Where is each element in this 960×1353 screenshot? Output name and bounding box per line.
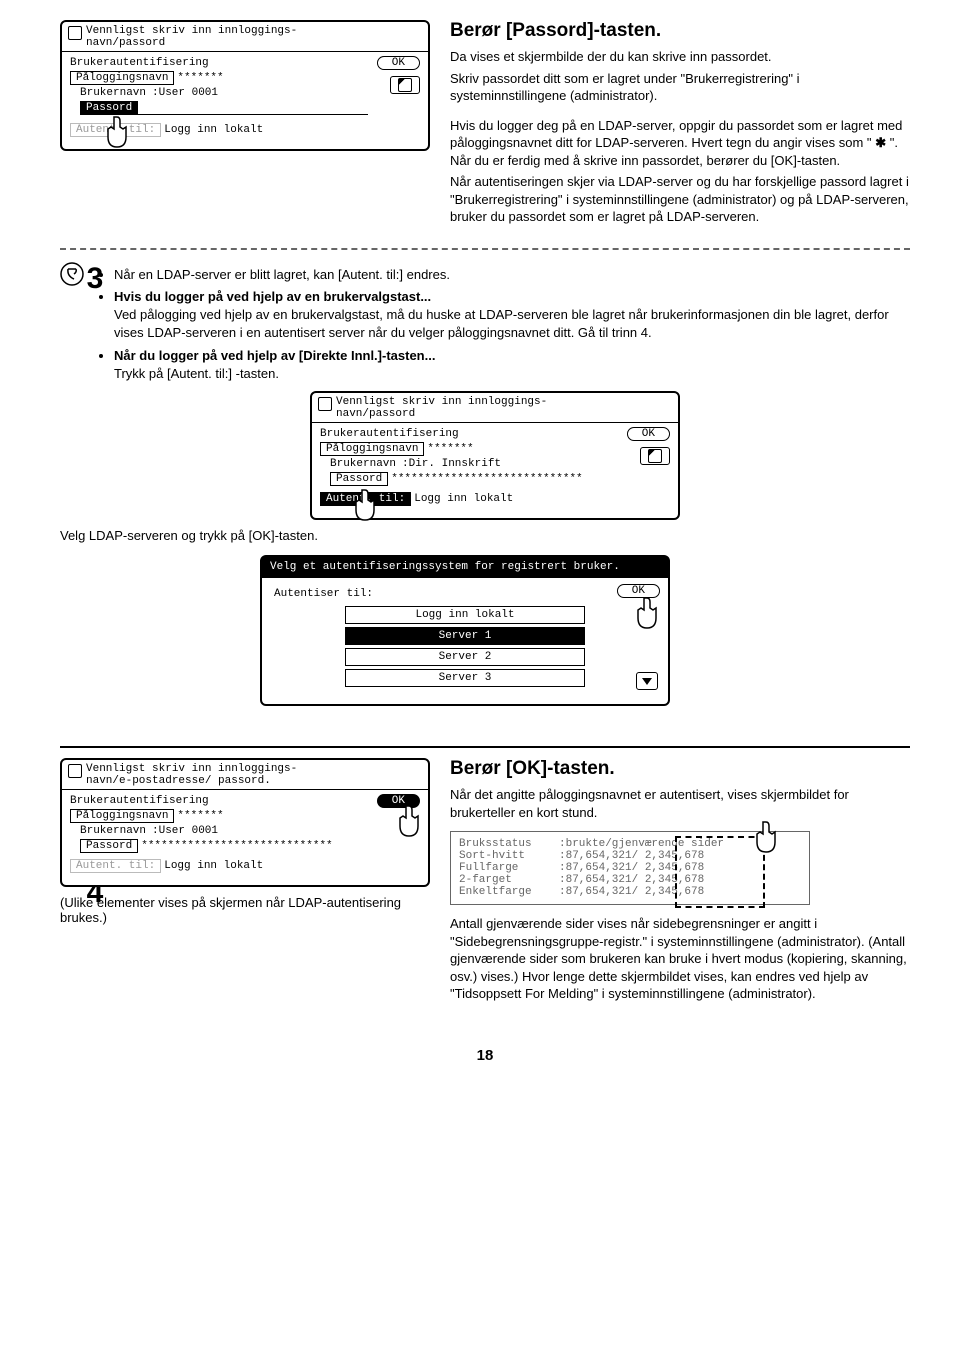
username-label: Brukernavn (330, 458, 402, 470)
note-bullet-3: Når du logger på ved hjelp av [Direkte I… (114, 347, 910, 383)
panel-header: Vennligst skriv inn innloggings- navn/pa… (336, 396, 547, 420)
status-key: Fullfarge (459, 862, 559, 874)
password-button[interactable]: Passord (80, 839, 138, 853)
authto-value: Logg inn lokalt (164, 124, 263, 136)
usage-status-box: Bruksstatus:brukte/gjenværende sider Sor… (450, 831, 810, 905)
login-panel-4: Vennligst skriv inn innloggings- navn/e-… (60, 758, 430, 887)
server-select-panel: Velg et autentifiseringssystem for regis… (260, 555, 670, 706)
status-key: Enkeltfarge (459, 886, 559, 898)
scroll-down-button[interactable] (636, 672, 658, 690)
ok-button[interactable]: OK (377, 56, 420, 70)
login-name-button[interactable]: Påloggingsnavn (70, 809, 174, 823)
panel-header: Vennligst skriv inn innloggings- navn/pa… (86, 25, 297, 49)
keyboard-icon (68, 26, 82, 40)
server-option-1[interactable]: Server 1 (345, 627, 585, 645)
password-value: ***************************** (391, 473, 582, 485)
auth-label: Brukerautentifisering (70, 795, 420, 807)
login-name-button[interactable]: Påloggingsnavn (70, 71, 174, 85)
password-value: ***************************** (141, 840, 332, 852)
step-title: Berør [OK]-tasten. (450, 758, 910, 780)
status-key: Sort-hvitt (459, 850, 559, 862)
server-option-local[interactable]: Logg inn lokalt (345, 606, 585, 624)
note-bullet-1: Når en LDAP-server er blitt lagret, kan … (114, 266, 910, 284)
login-panel-2: Vennligst skriv inn innloggings- navn/pa… (310, 391, 680, 520)
password-value (138, 102, 368, 115)
authto-value: Logg inn lokalt (164, 860, 263, 872)
step3-p1: Da vises et skjermbilde der du kan skriv… (450, 48, 910, 66)
ok-button[interactable]: OK (617, 584, 660, 598)
login-name-button[interactable]: Påloggingsnavn (320, 442, 424, 456)
panel-header: Velg et autentifiseringssystem for regis… (270, 561, 620, 573)
authto-button: Autent. til: (70, 859, 161, 873)
ok-button[interactable]: OK (627, 427, 670, 441)
note-bullet-2: Hvis du logger på ved hjelp av en bruker… (114, 288, 910, 343)
username-value: :Dir. Innskrift (402, 458, 501, 470)
authto-button: Autent. til: (70, 123, 161, 137)
keyboard-icon (68, 764, 82, 778)
ok-button[interactable]: OK (377, 794, 420, 808)
step-title: Berør [Passord]-tasten. (450, 20, 910, 42)
login-name-value: ******* (427, 443, 473, 455)
highlight-box (675, 836, 765, 908)
login-name-value: ******* (177, 810, 223, 822)
auth-label: Brukerautentifisering (320, 428, 670, 440)
password-button[interactable]: Passord (330, 472, 388, 486)
status-key: Bruksstatus (459, 838, 559, 850)
user-list-button[interactable] (390, 76, 420, 94)
step3-p4: Når autentiseringen skjer via LDAP-serve… (450, 173, 910, 226)
select-caption: Velg LDAP-serveren og trykk på [OK]-tast… (60, 528, 910, 543)
user-list-button[interactable] (640, 447, 670, 465)
login-panel-1: Vennligst skriv inn innloggings- navn/pa… (60, 20, 430, 151)
step4-p1: Når det angitte påloggingsnavnet er aute… (450, 786, 910, 821)
step3-p3: Hvis du logger deg på en LDAP-server, op… (450, 117, 910, 170)
username-value: :User 0001 (152, 87, 218, 99)
username-value: :User 0001 (152, 825, 218, 837)
authto-value: Logg inn lokalt (414, 493, 513, 505)
auth-to-label: Autentiser til: (274, 588, 373, 600)
hand-pointer-icon (632, 596, 662, 632)
dashed-divider (60, 248, 910, 250)
mask-char-icon: ✱ (875, 135, 886, 150)
username-label: Brukernavn (80, 825, 152, 837)
server-option-3[interactable]: Server 3 (345, 669, 585, 687)
server-option-2[interactable]: Server 2 (345, 648, 585, 666)
username-label: Brukernavn (80, 87, 152, 99)
authto-button[interactable]: Autent. til: (320, 492, 411, 506)
panel-header: Vennligst skriv inn innloggings- navn/e-… (86, 763, 297, 787)
auth-label: Brukerautentifisering (70, 57, 420, 69)
keyboard-icon (318, 397, 332, 411)
step4-caption: (Ulike elementer vises på skjermen når L… (60, 895, 432, 925)
step-number-3: 3 (78, 262, 112, 296)
page-number: 18 (60, 1047, 910, 1064)
status-key: 2-farget (459, 874, 559, 886)
step3-p2: Skriv passordet ditt som er lagret under… (450, 70, 910, 105)
password-button[interactable]: Passord (80, 101, 138, 115)
login-name-value: ******* (177, 72, 223, 84)
step4-p2: Antall gjenværende sider vises når sideb… (450, 915, 910, 1003)
